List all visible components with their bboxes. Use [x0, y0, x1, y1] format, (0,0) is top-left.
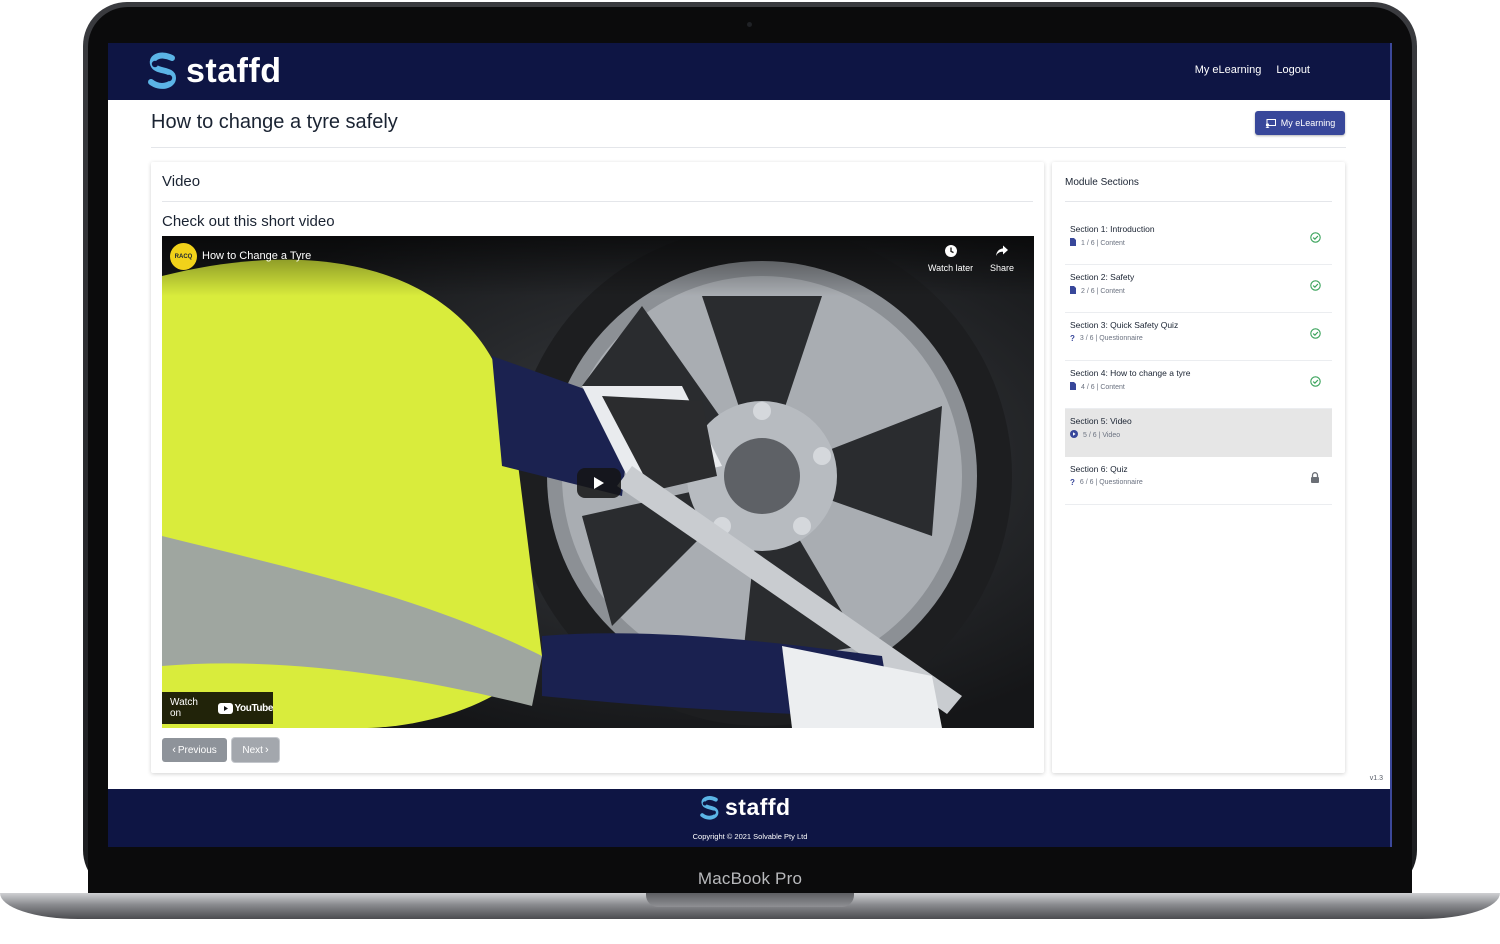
play-icon — [594, 477, 604, 489]
module-sections-divider — [1065, 201, 1332, 202]
elearning-icon — [1265, 118, 1276, 128]
question-icon: ? — [1070, 334, 1075, 343]
no-status-icon — [1308, 422, 1322, 436]
section-meta-text: 2 / 6 | Content — [1081, 287, 1125, 295]
channel-avatar[interactable]: RACQ — [170, 243, 197, 270]
next-button-label: Next — [242, 744, 263, 756]
footer-brand-name: staffd — [725, 794, 791, 820]
document-icon — [1070, 238, 1076, 248]
section-meta-text: 5 / 6 | Video — [1083, 431, 1121, 439]
youtube-play-icon — [217, 702, 233, 714]
section-title: Section 5: Video — [1070, 416, 1132, 426]
section-title: Section 4: How to change a tyre — [1070, 368, 1191, 378]
app-screen: staffd My eLearning Logout How to change… — [108, 43, 1392, 847]
section-meta: 2 / 6 | Content — [1070, 286, 1125, 296]
module-section-item[interactable]: Section 1: Introduction 1 / 6 | Content — [1065, 217, 1332, 265]
content-card: Video Check out this short video RACQ Ho… — [151, 162, 1044, 773]
card-divider — [162, 201, 1033, 202]
next-button[interactable]: Next › — [232, 738, 279, 762]
clock-icon — [944, 245, 957, 257]
check-circle-icon — [1308, 230, 1322, 244]
chevron-right-icon: › — [264, 744, 269, 756]
video-heading: Check out this short video — [162, 213, 335, 230]
section-meta: 4 / 6 | Content — [1070, 382, 1125, 392]
section-meta-text: 6 / 6 | Questionnaire — [1079, 479, 1143, 486]
share-label: Share — [990, 263, 1015, 273]
video-title[interactable]: How to Change a Tyre — [202, 250, 311, 262]
watch-later-button[interactable]: Watch later — [928, 244, 973, 273]
module-section-list: Section 1: Introduction 1 / 6 | Content Se… — [1065, 217, 1332, 505]
title-divider — [151, 147, 1346, 148]
version-label: v1.3 — [1369, 775, 1383, 782]
section-title: Section 1: Introduction — [1070, 224, 1155, 234]
video-top-overlay — [162, 236, 1034, 296]
watch-on-label: Watch on — [170, 697, 198, 719]
watch-on-youtube-button[interactable]: Watch on YouTube — [162, 692, 273, 724]
module-sections-title: Module Sections — [1065, 177, 1139, 188]
chevron-left-icon: ‹ — [172, 744, 176, 756]
question-icon: ? — [1070, 478, 1075, 487]
section-title: Section 6: Quiz — [1070, 464, 1128, 474]
nav-logout-link[interactable]: Logout — [1276, 64, 1310, 76]
play-button[interactable] — [577, 468, 621, 498]
previous-button-label: Previous — [177, 744, 217, 756]
document-icon — [1070, 286, 1076, 296]
brand-logo[interactable]: staffd — [146, 51, 282, 91]
document-icon — [1070, 382, 1076, 392]
module-section-item[interactable]: Section 2: Safety 2 / 6 | Content — [1065, 265, 1332, 313]
footer: staffd Copyright © 2021 Solvable Pty Ltd — [108, 789, 1392, 847]
brand-name: staffd — [186, 51, 282, 90]
page-title: How to change a tyre safely — [151, 111, 398, 133]
check-circle-icon — [1308, 374, 1322, 388]
copyright-text: Copyright © 2021 Solvable Pty Ltd — [692, 832, 808, 841]
staffd-logo-icon — [148, 52, 177, 89]
module-sections-card: Module Sections Section 1: Introduction 1… — [1052, 162, 1345, 773]
check-circle-icon — [1308, 278, 1322, 292]
section-title: Section 3: Quick Safety Quiz — [1070, 320, 1179, 330]
section-meta: 5 / 6 | Video — [1070, 430, 1120, 440]
module-section-item[interactable]: Section 6: Quiz? 6 / 6 | Questionnaire — [1065, 457, 1332, 505]
play-circle-icon — [1070, 430, 1078, 440]
footer-logo: staffd — [699, 794, 791, 821]
youtube-wordmark: YouTube — [234, 702, 274, 714]
check-circle-icon — [1308, 326, 1322, 340]
previous-button[interactable]: ‹ Previous — [162, 738, 227, 762]
section-meta-text: 4 / 6 | Content — [1081, 383, 1125, 391]
watch-later-label: Watch later — [928, 263, 974, 273]
laptop-notch — [646, 893, 854, 907]
nav-links: My eLearning Logout — [1195, 64, 1310, 76]
youtube-logo: YouTube — [217, 702, 274, 714]
section-meta: ? 6 / 6 | Questionnaire — [1070, 478, 1143, 487]
module-section-item[interactable]: Section 3: Quick Safety Quiz? 3 / 6 | Que… — [1065, 313, 1332, 361]
camera-dot — [747, 22, 752, 27]
share-button[interactable]: Share — [990, 244, 1014, 273]
section-meta: ? 3 / 6 | Questionnaire — [1070, 334, 1143, 343]
lock-icon — [1308, 470, 1322, 484]
share-arrow-icon — [996, 245, 1009, 256]
device-model-label: MacBook Pro — [697, 869, 803, 888]
section-meta: 1 / 6 | Content — [1070, 238, 1125, 248]
section-title: Section 2: Safety — [1070, 272, 1135, 282]
staffd-logo-icon — [700, 795, 719, 820]
module-section-item[interactable]: Section 5: Video 5 / 6 | Video — [1065, 409, 1332, 457]
nav-my-elearning-link[interactable]: My eLearning — [1195, 64, 1262, 76]
my-elearning-button-label: My eLearning — [1280, 118, 1336, 128]
section-meta-text: 3 / 6 | Questionnaire — [1079, 335, 1143, 342]
card-title: Video — [162, 173, 201, 190]
my-elearning-button[interactable]: My eLearning — [1255, 111, 1345, 135]
module-section-item[interactable]: Section 4: How to change a tyre 4 / 6 | C… — [1065, 361, 1332, 409]
top-navbar: staffd My eLearning Logout — [108, 43, 1392, 100]
video-player[interactable]: RACQ How to Change a Tyre Watch later Sh… — [162, 236, 1034, 728]
section-meta-text: 1 / 6 | Content — [1081, 239, 1125, 247]
